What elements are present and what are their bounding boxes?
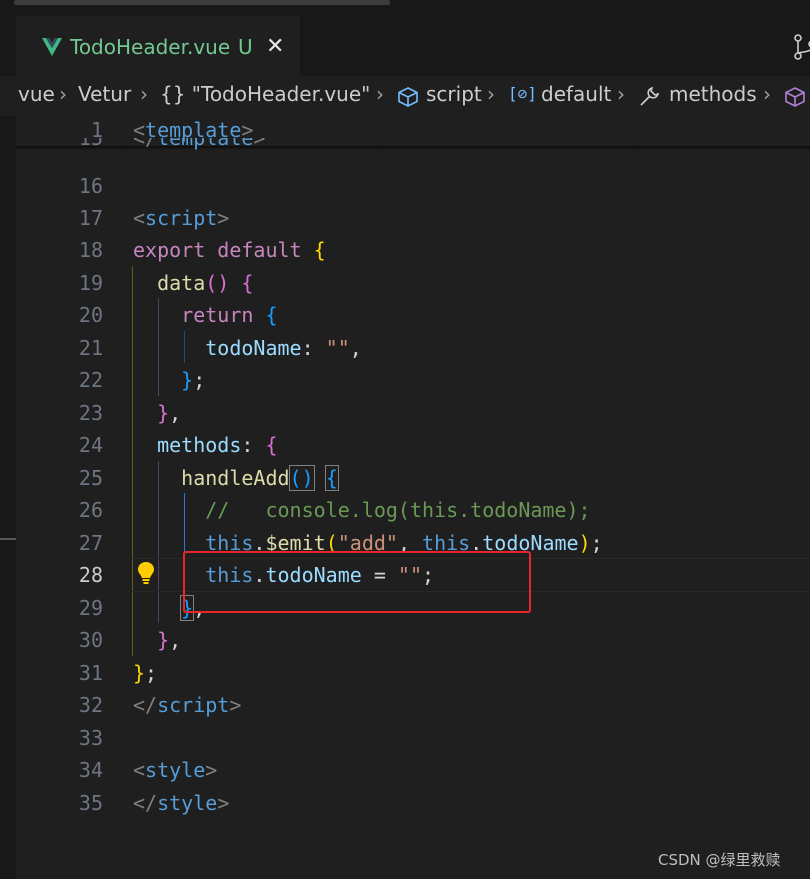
horizontal-scrollbar[interactable] — [14, 0, 390, 5]
breadcrumb-script[interactable]: script — [426, 82, 482, 106]
wrench-icon — [637, 85, 661, 114]
breadcrumb: vue › Vetur › {} "TodoHeader.vue" › scri… — [0, 76, 810, 116]
breadcrumb-methods[interactable]: methods — [669, 82, 757, 106]
code-line-23: 23 }, — [16, 397, 810, 429]
code-line-17: 17 <script> — [16, 202, 810, 234]
code-line-18: 18 export default { — [16, 234, 810, 266]
chevron-right-icon: › — [140, 82, 148, 106]
line-number: 23 — [78, 401, 103, 425]
tab-todoheader[interactable]: TodoHeader.vue U ✕ — [16, 16, 300, 77]
line-number: 24 — [78, 433, 103, 457]
line-number: 35 — [78, 791, 103, 815]
lightbulb-icon[interactable] — [137, 561, 155, 589]
breadcrumb-vue[interactable]: vue — [18, 82, 55, 106]
line-number: 19 — [78, 271, 103, 295]
line-number: 26 — [78, 498, 103, 522]
code-line-25: 25 handleAdd() { — [16, 462, 810, 494]
line-number: 29 — [78, 596, 103, 620]
line-number: 20 — [78, 303, 103, 327]
highlight-annotation-box — [183, 551, 531, 613]
watermark: CSDN @绿里救赎 — [658, 851, 781, 869]
close-tab-icon[interactable]: ✕ — [266, 34, 284, 59]
line-number: 32 — [78, 693, 103, 717]
chevron-right-icon: › — [487, 82, 495, 106]
source-control-icon[interactable] — [792, 32, 810, 66]
code-line-20: 20 return { — [16, 299, 810, 331]
code-line-24: 24 methods: { — [16, 429, 810, 461]
chevron-right-icon: › — [376, 82, 384, 106]
code-line-33: 33 — [16, 722, 810, 754]
line-number: 18 — [78, 238, 103, 262]
code-line-15: 15 </template> — [16, 138, 810, 150]
git-untracked-badge: U — [238, 35, 253, 59]
code-line-32: 32 </script> — [16, 689, 810, 721]
line-number: 28 — [78, 563, 103, 587]
line-number: 25 — [78, 466, 103, 490]
chevron-right-icon: › — [763, 82, 771, 106]
line-number: 22 — [78, 368, 103, 392]
code-line-26: 26 // console.log(this.todoName); — [16, 494, 810, 526]
code-line-34: 34 <style> — [16, 754, 810, 786]
cube-icon — [397, 86, 419, 113]
activity-gutter — [0, 16, 16, 879]
line-number: 33 — [78, 726, 103, 750]
line-number: 17 — [78, 206, 103, 230]
code-line-31: 31 }; — [16, 657, 810, 689]
code-line-35: 35 </style> — [16, 787, 810, 819]
code-line-30: 30 }, — [16, 624, 810, 656]
chevron-right-icon: › — [617, 82, 625, 106]
code-line-16: 16 — [16, 170, 810, 202]
variable-icon: [⊘] — [508, 84, 537, 103]
vue-file-icon — [42, 38, 62, 60]
tab-bar: TodoHeader.vue U ✕ — [16, 16, 810, 77]
code-line-21: 21 todoName: "", — [16, 332, 810, 364]
chevron-right-icon: › — [59, 82, 67, 106]
code-line-19: 19 data() { — [16, 267, 810, 299]
line-number: 16 — [78, 174, 103, 198]
gutter-marker — [0, 538, 16, 540]
line-number: 21 — [78, 336, 103, 360]
line-number: 15 — [78, 138, 103, 150]
line-number: 27 — [78, 531, 103, 555]
line-number: 31 — [78, 661, 103, 685]
breadcrumb-default[interactable]: default — [541, 82, 611, 106]
top-strip — [0, 0, 810, 16]
breadcrumb-file[interactable]: {} "TodoHeader.vue" — [160, 82, 370, 106]
breadcrumb-vetur[interactable]: Vetur — [78, 82, 131, 106]
method-cube-icon — [784, 86, 806, 113]
tab-title: TodoHeader.vue — [70, 35, 231, 59]
line-number: 30 — [78, 628, 103, 652]
line-number: 34 — [78, 758, 103, 782]
code-line-22: 22 }; — [16, 364, 810, 396]
